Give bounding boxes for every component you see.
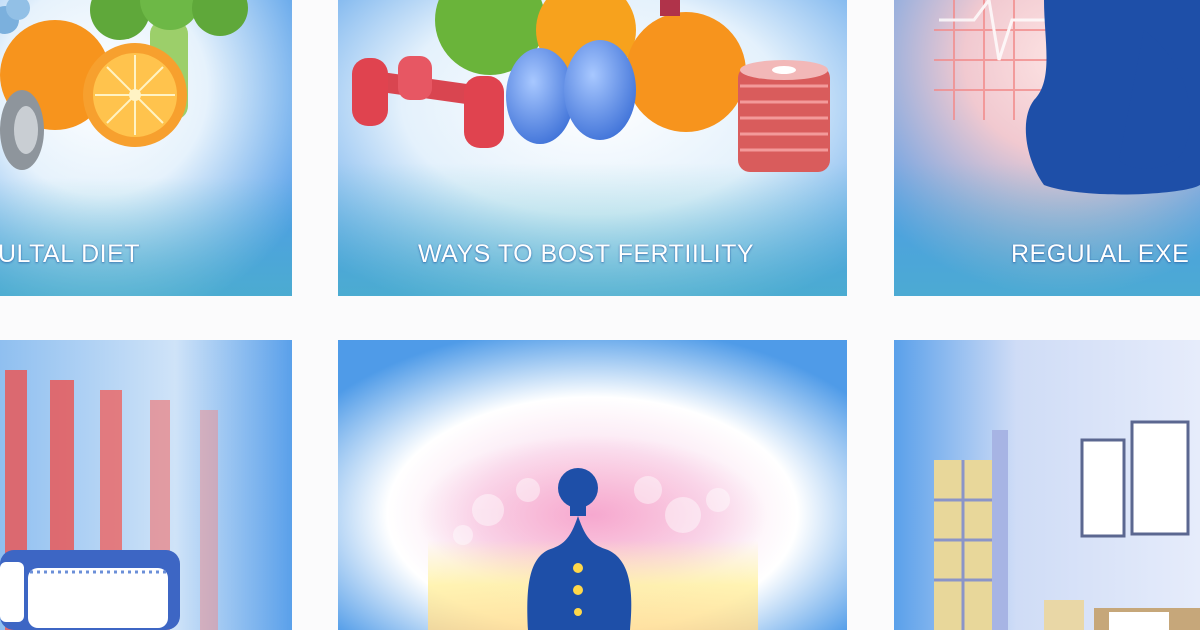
weight-plates-icon [738,60,830,172]
tile-healthy-environment[interactable] [894,340,1200,630]
bed-icon [0,550,180,630]
tile-caption: REGULAL EXE [1011,240,1190,268]
window-icon [934,430,1008,630]
pregnant-silhouette-icon [1025,0,1200,195]
tile-nutritional-diet[interactable]: ULTAL DIET [0,0,292,296]
tile-ways-to-boost-fertility[interactable]: WAYS TO BOST FERTIILITY [338,0,847,296]
meditation-illustration [338,340,847,630]
tile-stress-relief[interactable] [338,340,847,630]
sleep-illustration [0,340,292,630]
tile-caption: WAYS TO BOST FERTIILITY [418,240,755,268]
tile-regular-exercise[interactable]: REGULAL EXE [894,0,1200,296]
tile-caption: ULTAL DIET [0,240,141,268]
dumbbell-icon [0,90,44,170]
tile-sleep[interactable] [0,340,292,630]
bedroom-illustration [894,340,1200,630]
picture-frame-icon [1080,420,1190,538]
